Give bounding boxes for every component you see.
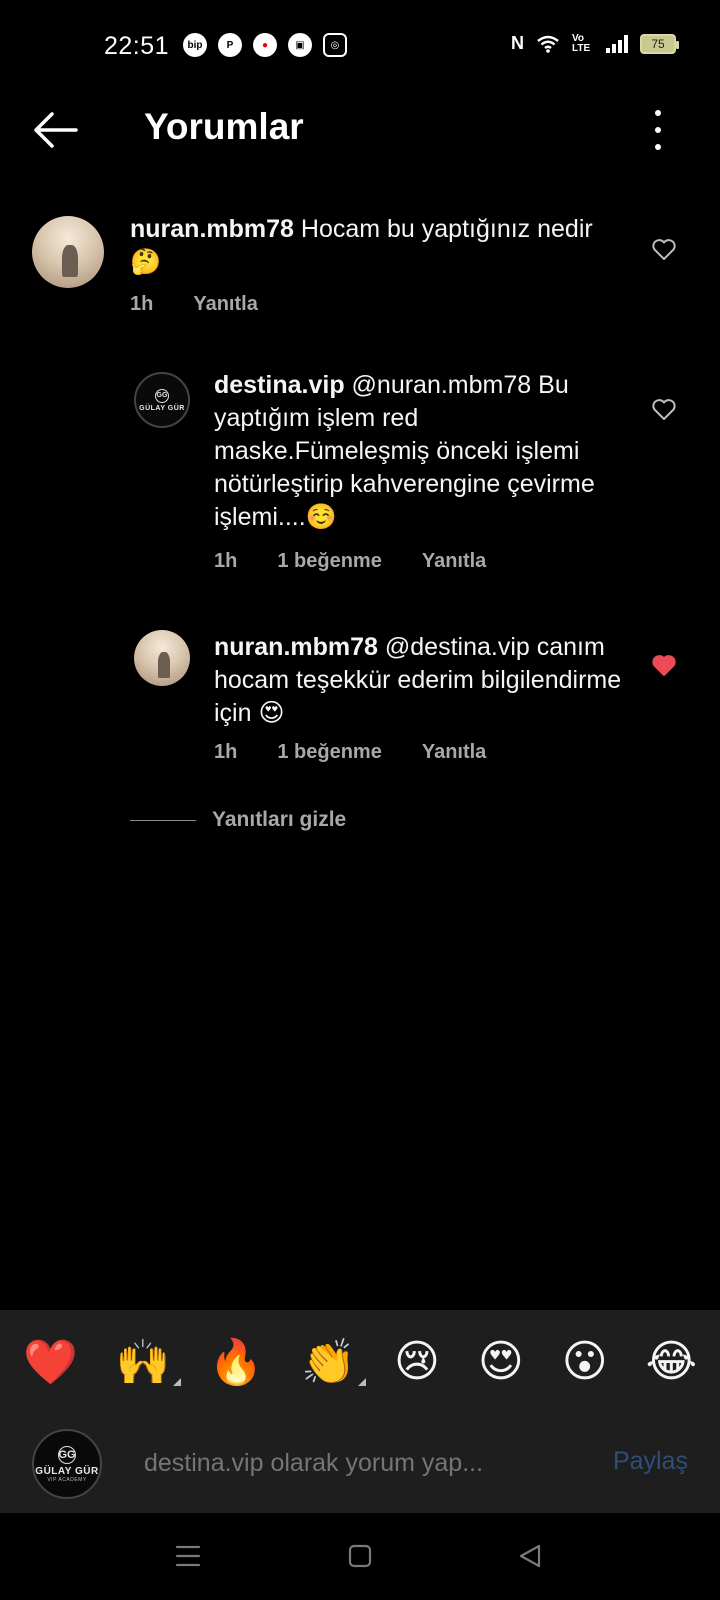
heart-outline-icon[interactable] <box>651 398 677 422</box>
emoji-heart[interactable]: ❤️ <box>23 1336 78 1388</box>
emoji-fire[interactable]: 🔥 <box>209 1336 264 1388</box>
more-options-button[interactable] <box>648 110 668 150</box>
heart-filled-icon[interactable] <box>651 654 677 678</box>
back-button[interactable] <box>30 108 80 152</box>
comment-input[interactable] <box>144 1443 584 1483</box>
hide-replies-button[interactable]: Yanıtları gizle <box>130 808 346 832</box>
system-nav-bar <box>0 1513 720 1600</box>
divider <box>130 819 196 821</box>
logo-subtitle: VIP ACADEMY <box>47 1476 87 1483</box>
status-bar: 22:51 bip P ● ▣ ◎ Ν Vo LTE 75 <box>0 0 720 92</box>
dot-icon <box>655 144 661 150</box>
arrow-left-icon <box>34 112 78 148</box>
comment-body: destina.vip @nuran.mbm78 Bu yaptığım işl… <box>214 369 624 534</box>
like-count[interactable]: 1 beğenme <box>277 741 381 764</box>
dot-icon <box>655 110 661 116</box>
emoji-surprised[interactable]: 😮 <box>562 1336 608 1387</box>
volte-label: Vo LTE <box>572 32 591 54</box>
reply-button[interactable]: Yanıtla <box>422 550 486 573</box>
back-nav-icon[interactable] <box>517 1543 543 1569</box>
pinterest-icon: P <box>218 33 242 57</box>
battery-icon: 75 <box>640 33 679 54</box>
battery-level: 75 <box>651 36 665 51</box>
header: Yorumlar <box>0 92 720 172</box>
instagram-icon: ◎ <box>323 33 347 57</box>
emoji-raised-hands[interactable]: 🙌 <box>116 1336 181 1388</box>
logo-name: GÜLAY GÜR <box>35 1465 99 1477</box>
page-title: Yorumlar <box>144 106 304 147</box>
comment-time: 1h <box>214 550 238 572</box>
box-icon: ▣ <box>288 33 312 57</box>
comment-body: nuran.mbm78 @destina.vip canım hocam teş… <box>214 631 624 730</box>
emoji-laughing[interactable]: 😂 <box>646 1336 697 1387</box>
skin-tone-indicator-icon <box>172 1377 181 1386</box>
recent-apps-icon[interactable] <box>174 1543 202 1569</box>
share-button[interactable]: Paylaş <box>613 1447 688 1476</box>
comment-meta: 1h 1 beğenme Yanıtla <box>214 550 486 573</box>
avatar[interactable]: GG GÜLAY GÜR <box>134 372 190 428</box>
logo-name: GÜLAY GÜR <box>139 404 185 412</box>
dot-icon <box>655 127 661 133</box>
comment-composer: GG GÜLAY GÜR VIP ACADEMY Paylaş <box>0 1413 720 1513</box>
avatar[interactable] <box>32 216 104 288</box>
comment-mention[interactable]: @nuran.mbm78 <box>352 371 532 399</box>
composer-avatar: GG GÜLAY GÜR VIP ACADEMY <box>32 1429 102 1499</box>
comment-time: 1h <box>214 741 238 763</box>
like-count[interactable]: 1 beğenme <box>277 550 381 573</box>
heart-outline-icon[interactable] <box>651 238 677 262</box>
vodafone-icon: ● <box>253 33 277 57</box>
nfc-icon: Ν <box>511 33 524 53</box>
status-time: 22:51 <box>104 32 170 60</box>
notification-icons: bip P ● ▣ ◎ <box>183 33 347 57</box>
comment-time: 1h <box>130 293 154 315</box>
emoji-crying[interactable]: 😢 <box>394 1336 440 1387</box>
comment-meta: 1h Yanıtla <box>130 293 258 316</box>
bip-icon: bip <box>183 33 207 57</box>
emoji-clap[interactable]: 👏 <box>301 1336 367 1388</box>
emoji-quick-bar: ❤️ 🙌 🔥 👏 😢 😍 😮 😂 <box>0 1310 720 1413</box>
home-icon[interactable] <box>347 1543 373 1569</box>
skin-tone-indicator-icon <box>358 1377 367 1386</box>
comment-body: nuran.mbm78 Hocam bu yaptığınız nedir 🤔 <box>130 213 600 279</box>
wifi-icon <box>537 35 559 53</box>
comment-meta: 1h 1 beğenme Yanıtla <box>214 741 486 764</box>
comment-username[interactable]: nuran.mbm78 <box>214 633 378 661</box>
comment-mention[interactable]: @destina.vip <box>385 633 530 661</box>
comment-username[interactable]: destina.vip <box>214 371 345 399</box>
logo-mark: GG <box>58 1445 76 1464</box>
hide-replies-label: Yanıtları gizle <box>212 808 347 831</box>
reply-button[interactable]: Yanıtla <box>422 741 486 764</box>
logo-mark: GG <box>155 388 169 403</box>
comment-username[interactable]: nuran.mbm78 <box>130 215 294 243</box>
signal-icon <box>606 34 628 53</box>
emoji-heart-eyes[interactable]: 😍 <box>478 1336 524 1387</box>
system-icons: Ν Vo LTE 75 <box>511 32 679 54</box>
reply-button[interactable]: Yanıtla <box>193 293 257 316</box>
avatar[interactable] <box>134 630 190 686</box>
